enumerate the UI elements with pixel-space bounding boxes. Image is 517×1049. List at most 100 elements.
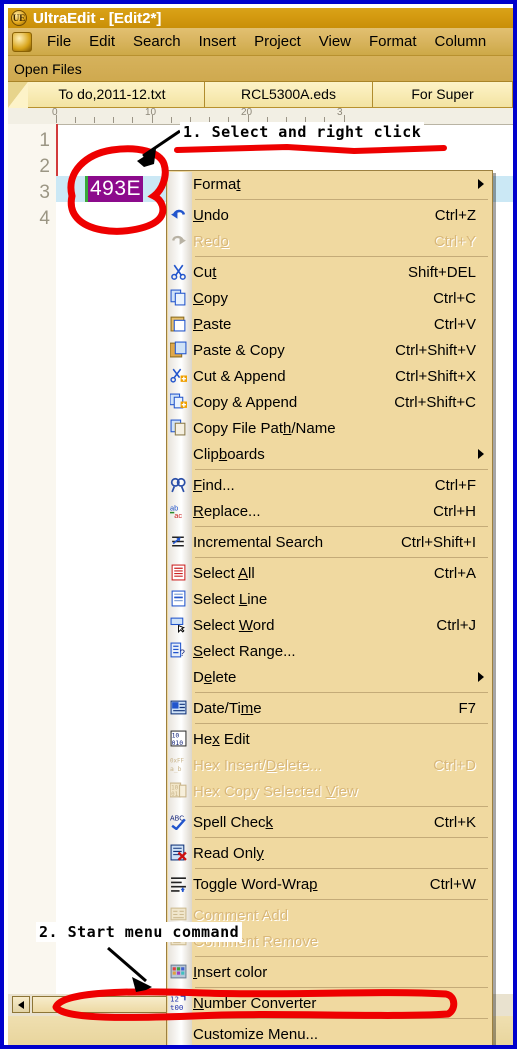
menu-item-accelerator: Ctrl+Shift+I [400, 533, 476, 551]
menu-item-label: Number Converter [193, 994, 317, 1012]
menu-separator [195, 899, 488, 900]
menu-item-spell-check[interactable]: ABC Spell Check Ctrl+K [167, 809, 492, 835]
menu-project[interactable]: Project [245, 31, 310, 52]
svg-text:?: ? [180, 648, 185, 659]
menu-item-accelerator: Shift+DEL [408, 263, 476, 281]
menu-item-accelerator: Ctrl+J [436, 616, 476, 634]
menu-item-accelerator: Ctrl+V [433, 315, 476, 333]
menu-item-accelerator: Ctrl+Shift+V [395, 341, 476, 359]
svg-text:0xFF: 0xFF [170, 758, 185, 764]
menu-item-accelerator: F7 [458, 699, 476, 717]
line-number-1: 1 [39, 130, 50, 151]
open-files-bar: Open Files [8, 56, 513, 82]
selected-text[interactable]: 493E [88, 176, 144, 202]
menu-item-insert-color[interactable]: Insert color [167, 959, 492, 985]
menu-separator [195, 557, 488, 558]
menu-item-label: Customize Menu... [193, 1025, 319, 1043]
menu-item-copy-and-append[interactable]: Copy & Append Ctrl+Shift+C [167, 389, 492, 415]
menu-view[interactable]: View [310, 31, 360, 52]
menu-item-toggle-word-wrap[interactable]: Toggle Word-Wrap Ctrl+W [167, 871, 492, 897]
line-number-2: 2 [39, 156, 50, 177]
menu-search[interactable]: Search [124, 31, 190, 52]
menu-item-accelerator: Ctrl+C [433, 289, 476, 307]
menu-item-label: Clipboards [193, 445, 265, 463]
menu-insert[interactable]: Insert [190, 31, 246, 52]
menu-item-number-converter[interactable]: 12 t00 Number Converter [167, 990, 492, 1016]
scroll-left-button[interactable] [12, 996, 30, 1013]
menu-item-cut-and-append[interactable]: Cut & Append Ctrl+Shift+X [167, 363, 492, 389]
menu-item-label: Select Line [193, 590, 268, 608]
application-icon[interactable] [12, 31, 32, 52]
menu-item-label: Comment Add [193, 906, 289, 924]
menu-item-copy-file-path-name[interactable]: Copy File Path/Name [167, 415, 492, 441]
menu-item-redo: Redo Ctrl+Y [167, 228, 492, 254]
submenu-arrow-icon [478, 179, 484, 189]
menu-column[interactable]: Column [426, 31, 496, 52]
submenu-arrow-icon [478, 449, 484, 459]
menu-separator [195, 837, 488, 838]
tab-for-super[interactable]: For Super [373, 82, 513, 107]
menu-item-format[interactable]: Format [167, 171, 492, 197]
menu-item-label: Format [193, 175, 241, 193]
menu-item-customize-menu[interactable]: Customize Menu... [167, 1021, 492, 1045]
menu-item-select-word[interactable]: Select Word Ctrl+J [167, 612, 492, 638]
ultraedit-logo-icon: UE [11, 10, 27, 26]
menu-item-find[interactable]: Find... Ctrl+F [167, 472, 492, 498]
menu-edit[interactable]: Edit [80, 31, 124, 52]
ruler-label-30: 3 [337, 108, 343, 118]
svg-text:ac: ac [174, 511, 182, 519]
menu-item-paste-and-copy[interactable]: Paste & Copy Ctrl+Shift+V [167, 337, 492, 363]
context-menu[interactable]: Format Undo Ctrl+Z Redo Ctrl+Y Cut Shift+DEL Co… [166, 170, 493, 1045]
ruler-label-20: 20 [241, 108, 253, 118]
menu-item-label: Undo [193, 206, 229, 224]
menu-item-label: Select Word [193, 616, 275, 634]
menu-item-accelerator: Ctrl+K [433, 813, 476, 831]
svg-text:10: 10 [171, 785, 179, 791]
tab-rcl5300a[interactable]: RCL5300A.eds [205, 82, 373, 107]
line-number-3: 3 [39, 182, 50, 203]
svg-text:01: 01 [171, 792, 179, 798]
menu-file[interactable]: File [38, 31, 80, 52]
menu-item-undo[interactable]: Undo Ctrl+Z [167, 202, 492, 228]
menu-format[interactable]: Format [360, 31, 426, 52]
triangle-left-icon [18, 1001, 24, 1009]
menu-item-label: Copy File Path/Name [193, 419, 336, 437]
menu-item-label: Insert color [193, 963, 268, 981]
menu-separator [195, 956, 488, 957]
menu-item-label: Read Only [193, 844, 264, 862]
menu-item-copy[interactable]: Copy Ctrl+C [167, 285, 492, 311]
menu-item-incremental-search[interactable]: Incremental Search Ctrl+Shift+I [167, 529, 492, 555]
menu-item-select-line[interactable]: Select Line [167, 586, 492, 612]
menu-item-label: Delete [193, 668, 237, 686]
menu-item-select-all[interactable]: Select All Ctrl+A [167, 560, 492, 586]
tab-to-do[interactable]: To do,2011-12.txt [20, 82, 205, 107]
menu-item-hex-copy-selected-view: 10 01 Hex Copy Selected View [167, 778, 492, 804]
menu-item-accelerator: Ctrl+A [433, 564, 476, 582]
menu-item-label: Spell Check [193, 813, 274, 831]
menu-item-hex-edit[interactable]: 10 010 Hex Edit [167, 726, 492, 752]
menu-item-clipboards[interactable]: Clipboards [167, 441, 492, 467]
menu-item-accelerator: Ctrl+H [433, 502, 476, 520]
menu-item-label: Cut & Append [193, 367, 286, 385]
ruler-label-10: 10 [145, 108, 157, 118]
menu-item-delete[interactable]: Delete [167, 664, 492, 690]
menu-item-label: Hex Copy Selected View [193, 782, 358, 800]
menu-item-accelerator: Ctrl+D [433, 756, 476, 774]
menu-separator [195, 256, 488, 257]
menu-item-select-range[interactable]: ? Select Range... [167, 638, 492, 664]
menu-item-read-only[interactable]: Read Only [167, 840, 492, 866]
annotation-step-2-text: 2. Start menu command [36, 922, 243, 942]
menu-item-label: Select Range... [193, 642, 296, 660]
title-bar: UE UltraEdit - [Edit2*] [8, 8, 513, 28]
menu-item-accelerator: Ctrl+Shift+C [394, 393, 476, 411]
line-number-gutter: 1 2 3 4 [8, 124, 56, 994]
menu-item-label: Redo [193, 232, 229, 250]
menu-item-date-time[interactable]: Date/Time F7 [167, 695, 492, 721]
menu-item-accelerator: Ctrl+Shift+X [395, 367, 476, 385]
menu-separator [195, 723, 488, 724]
annotation-step-1-box: 1. Select and right click [180, 122, 425, 142]
menu-item-replace[interactable]: ab ac Replace... Ctrl+H [167, 498, 492, 524]
menu-item-label: Hex Edit [193, 730, 250, 748]
menu-item-cut[interactable]: Cut Shift+DEL [167, 259, 492, 285]
menu-item-paste[interactable]: Paste Ctrl+V [167, 311, 492, 337]
